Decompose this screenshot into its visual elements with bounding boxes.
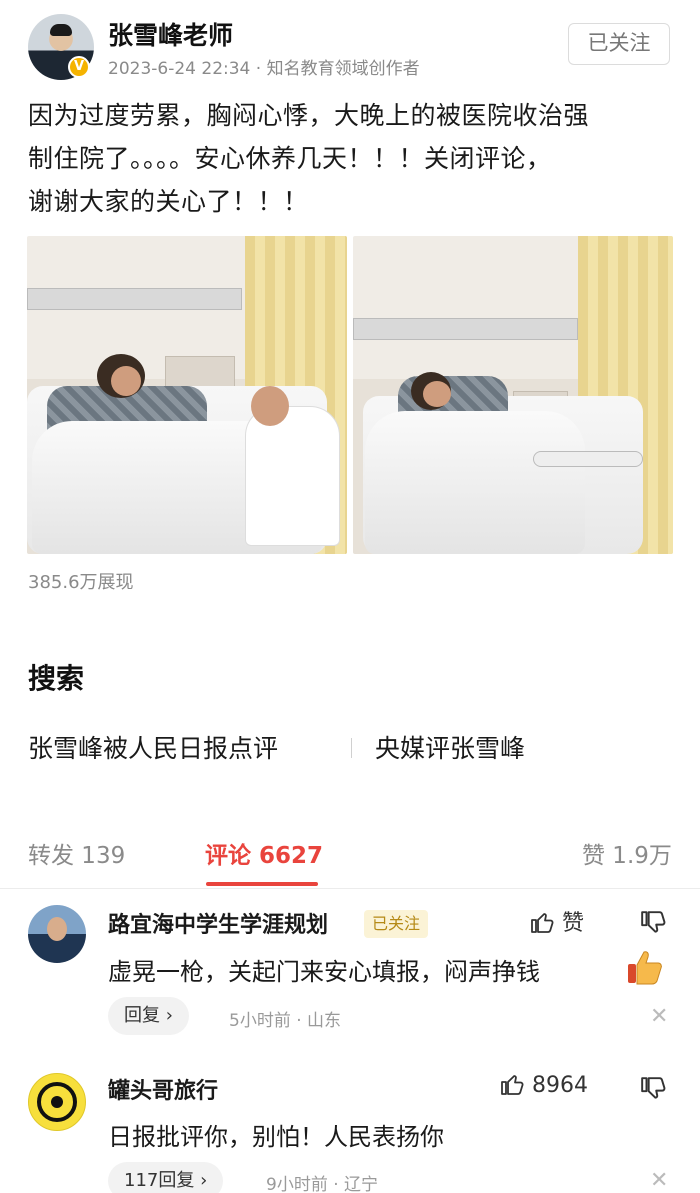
post-header: V 张雪峰老师 2023-6-24 22:34 · 知名教育领域创作者 已关注 [0,0,700,90]
following-badge: 已关注 [364,910,429,938]
divider [0,888,700,889]
comment-text: 日报批评你，别怕！人民表扬你 [108,1123,444,1151]
thumb-up-icon [501,1075,524,1095]
comment-meta: 5小时前 · 山东 [229,1011,342,1031]
post-photo-hospital-bed-2[interactable] [353,236,673,554]
post-text-line: 谢谢大家的关心了！！！ [28,187,309,216]
reply-button[interactable]: 回复 › [108,997,189,1035]
post-text-line: 制住院了。。。。安心休养几天！！！关闭评论， [28,144,552,173]
comment-author[interactable]: 罐头哥旅行 [108,1073,218,1105]
post-meta: 2023-6-24 22:34 · 知名教育领域创作者 [108,59,420,79]
close-icon[interactable]: ✕ [650,1004,668,1029]
post-text-line: 因为过度劳累，胸闷心悸，大晚上的被医院收治强 [28,101,590,130]
comment-meta: 9小时前 · 辽宁 [266,1175,379,1193]
comment-author[interactable]: 路宜海中学生学涯规划 [108,907,328,939]
close-icon[interactable]: ✕ [650,1168,668,1193]
view-count: 385.6万展现 [28,572,134,593]
reply-button[interactable]: 117回复 › [108,1162,224,1193]
verified-badge-icon: V [68,56,90,78]
like-label: 赞 [562,911,585,936]
following-button[interactable]: 已关注 [568,23,670,65]
tab-comments[interactable]: 评论 6627 [205,836,323,870]
active-tab-indicator [206,882,318,886]
thumb-down-icon[interactable] [640,1076,666,1102]
thumbs-up-emoji-icon [628,951,662,985]
like-count: 8964 [532,1073,588,1098]
search-section-title: 搜索 [28,662,85,695]
post-text: 因为过度劳累，胸闷心悸，大晚上的被医院收治强 制住院了。。。。安心休养几天！！！… [28,94,673,223]
like-button[interactable]: 赞 [530,905,584,937]
search-suggestion-link[interactable]: 央媒评张雪峰 [375,729,525,765]
comment-text: 虚晃一枪，关起门来安心填报，闷声挣钱 [108,958,540,986]
search-suggestion-link[interactable]: 张雪峰被人民日报点评 [28,729,278,765]
tab-likes[interactable]: 赞 1.9万 [582,836,672,870]
like-button[interactable]: 8964 [500,1072,588,1098]
thumb-up-icon [531,913,554,933]
search-divider [351,738,352,758]
author-name[interactable]: 张雪峰老师 [108,16,233,52]
avatar[interactable] [28,1073,86,1131]
avatar[interactable] [28,905,86,963]
post-photo-hospital-bed-1[interactable] [27,236,347,554]
tab-repost[interactable]: 转发 139 [28,836,125,870]
thumb-down-icon[interactable] [640,910,666,936]
